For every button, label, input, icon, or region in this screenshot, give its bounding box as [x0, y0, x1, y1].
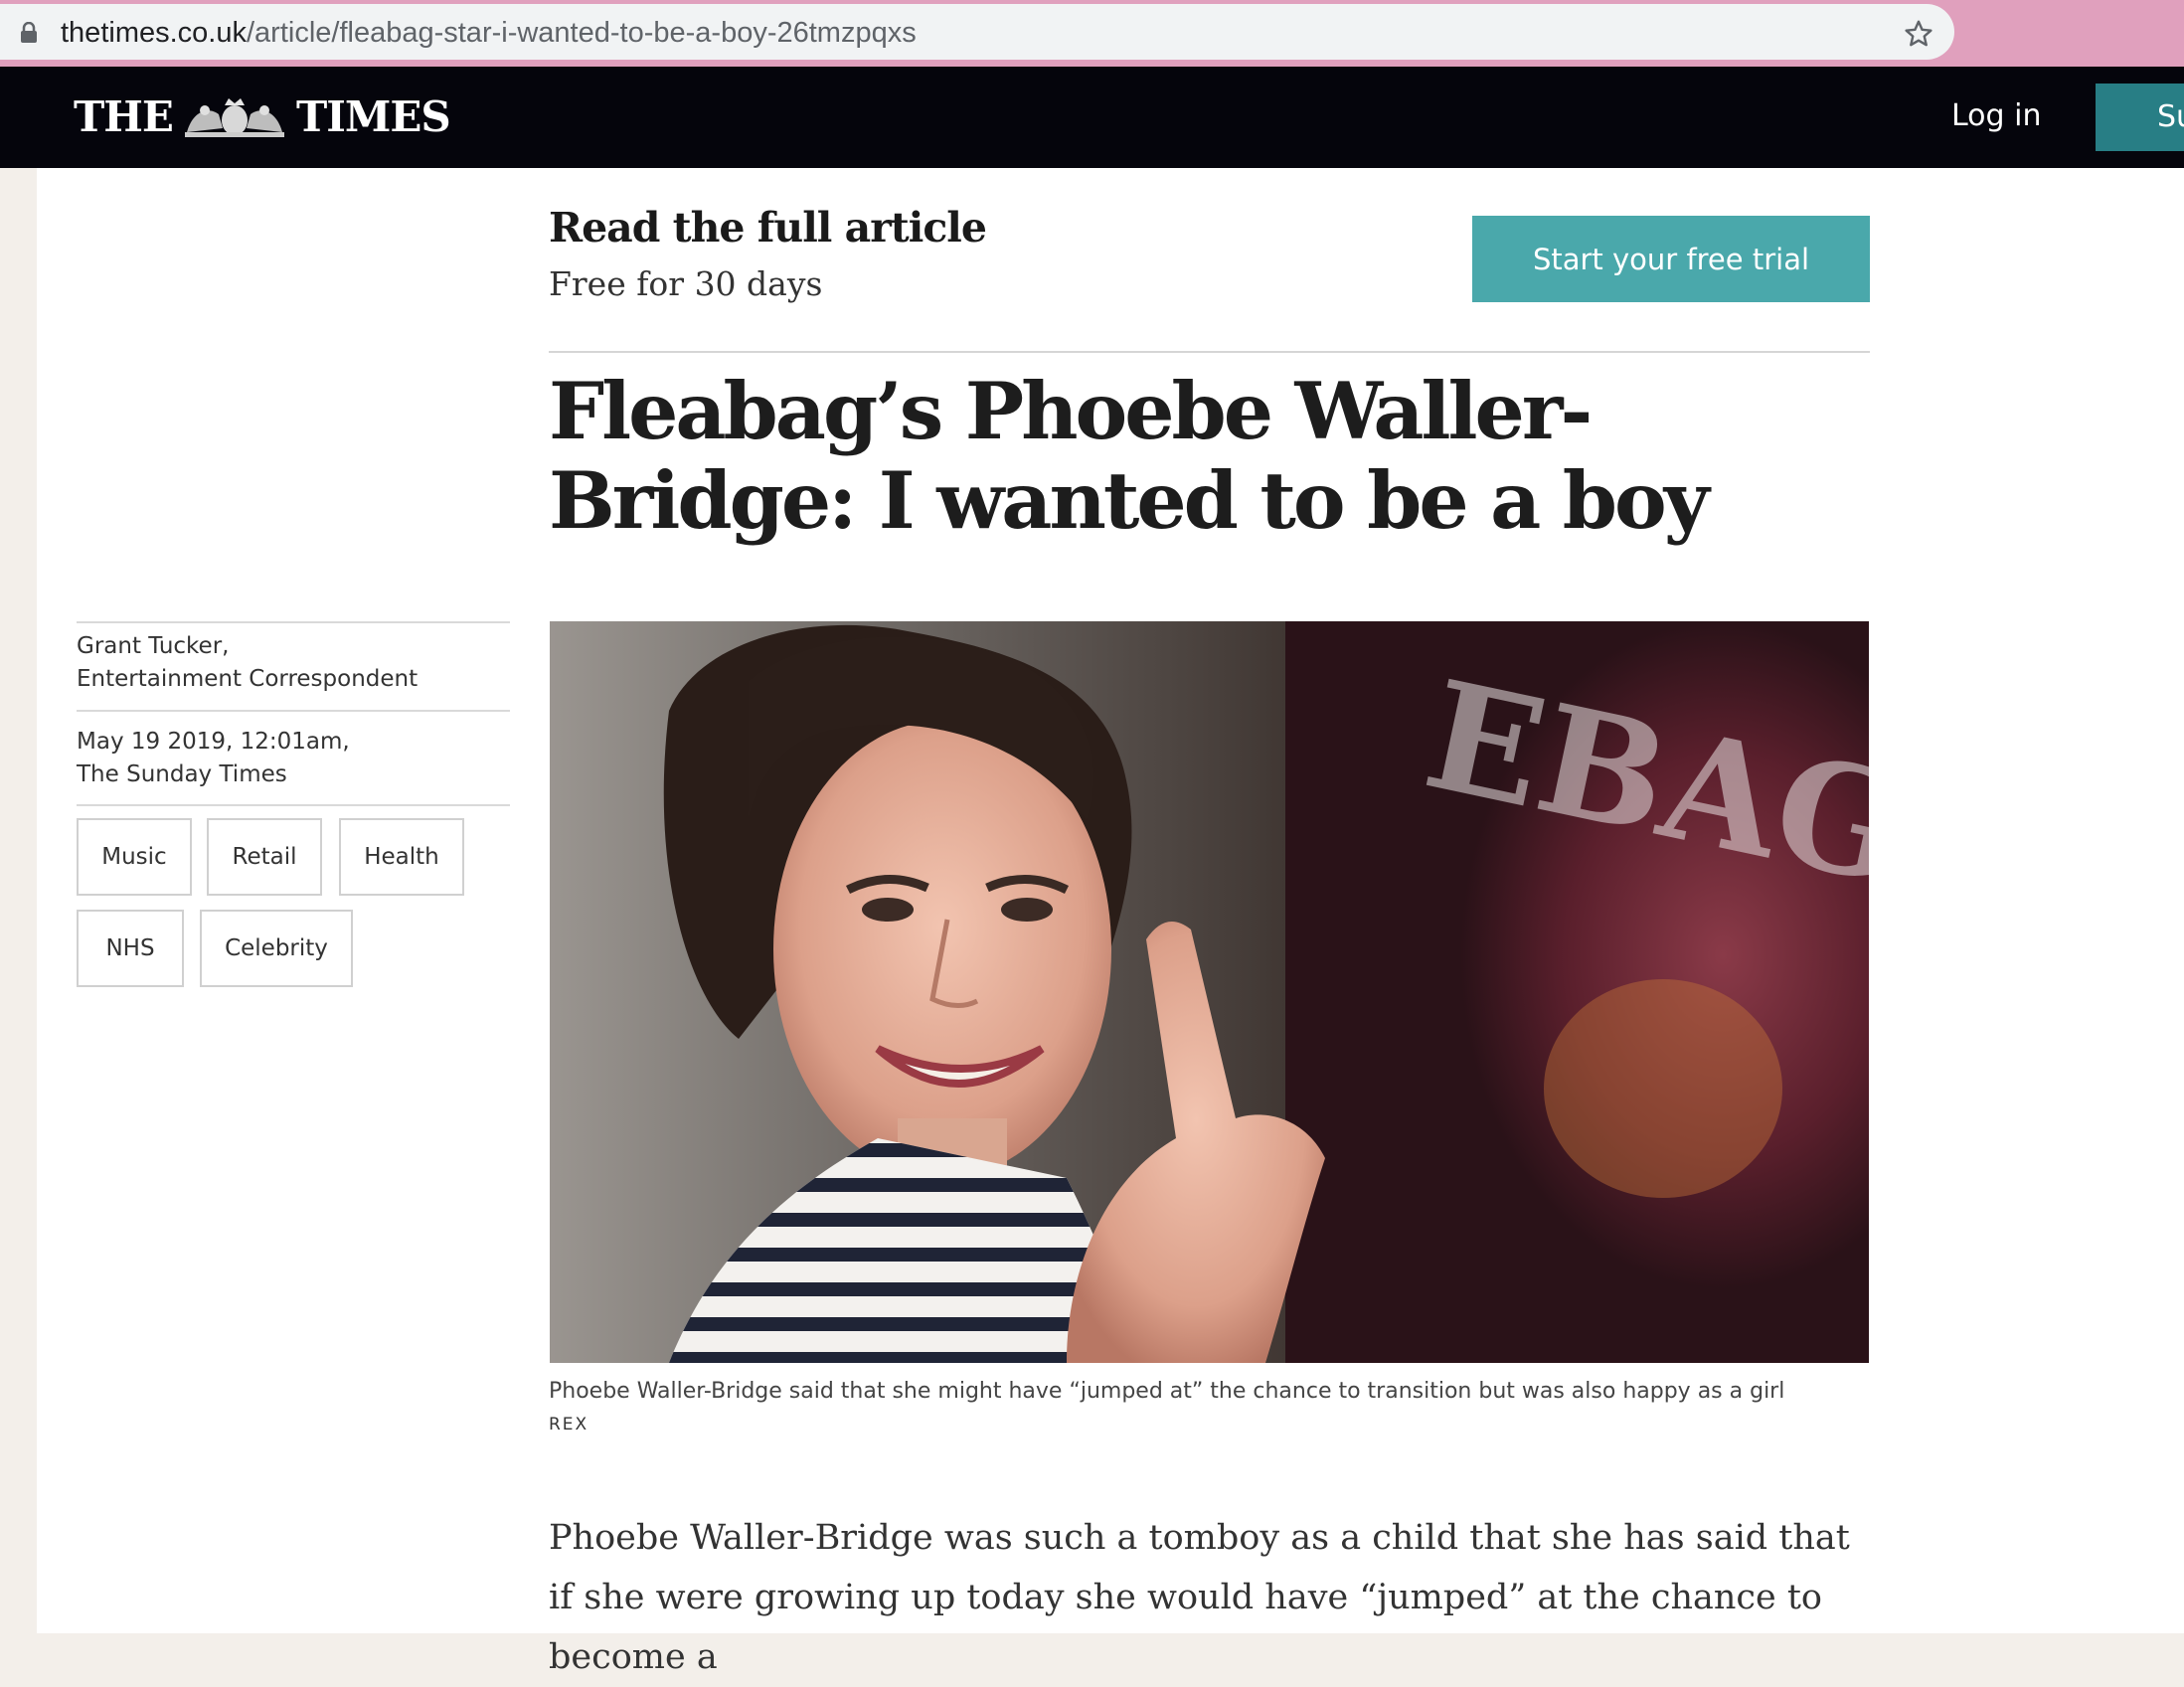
meta-divider	[77, 710, 510, 712]
photo-credit: REX	[549, 1415, 589, 1434]
portrait-illustration: EBAG	[550, 621, 1869, 1363]
url-host: thetimes.co.uk	[61, 17, 247, 49]
article-body: Phoebe Waller-Bridge was such a tomboy a…	[549, 1518, 1850, 1677]
promo-divider	[549, 351, 1870, 353]
royal-crest-icon	[184, 98, 284, 137]
url-text[interactable]: thetimes.co.uk/article/fleabag-star-i-wa…	[61, 15, 917, 51]
article-headline: Fleabag’s Phoebe Waller-Bridge: I wanted…	[549, 365, 1710, 547]
bookmark-star-icon[interactable]	[1903, 18, 1934, 50]
address-bar[interactable]: thetimes.co.uk/article/fleabag-star-i-wa…	[0, 4, 1954, 60]
logo-word-times: TIMES	[295, 91, 451, 141]
tag-music[interactable]: Music	[77, 818, 192, 896]
promo-title: Read the full article	[549, 204, 987, 252]
article-photo: EBAG	[550, 621, 1869, 1363]
article-page: Read the full article Free for 30 days S…	[37, 168, 2184, 1677]
site-header: THE TIMES Log in Su	[0, 67, 2184, 168]
tag-nhs[interactable]: NHS	[77, 910, 184, 987]
browser-toolbar: thetimes.co.uk/article/fleabag-star-i-wa…	[0, 0, 2184, 67]
tag-retail[interactable]: Retail	[207, 818, 322, 896]
promo-subtitle: Free for 30 days	[549, 264, 823, 303]
byline: Grant Tucker, Entertainment Corresponden…	[77, 630, 418, 696]
meta-divider	[77, 804, 510, 806]
tag-celebrity[interactable]: Celebrity	[200, 910, 353, 987]
publish-date: May 19 2019, 12:01am,	[77, 729, 350, 755]
login-link[interactable]: Log in	[1951, 94, 2041, 138]
the-times-logo[interactable]: THE TIMES	[74, 86, 451, 146]
logo-word-the: THE	[74, 91, 174, 141]
start-free-trial-button[interactable]: Start your free trial	[1472, 216, 1870, 302]
author-name[interactable]: Grant Tucker,	[77, 630, 418, 663]
tag-health[interactable]: Health	[339, 818, 464, 896]
publication-name: The Sunday Times	[77, 761, 287, 787]
photo-caption: Phoebe Waller-Bridge said that she might…	[549, 1379, 1785, 1404]
url-path: /article/fleabag-star-i-wanted-to-be-a-b…	[246, 17, 917, 49]
lock-icon	[21, 22, 37, 43]
author-role: Entertainment Correspondent	[77, 666, 419, 692]
meta-divider	[77, 621, 510, 623]
dateline: May 19 2019, 12:01am, The Sunday Times	[77, 726, 350, 791]
subscribe-button[interactable]: Su	[2096, 84, 2184, 151]
